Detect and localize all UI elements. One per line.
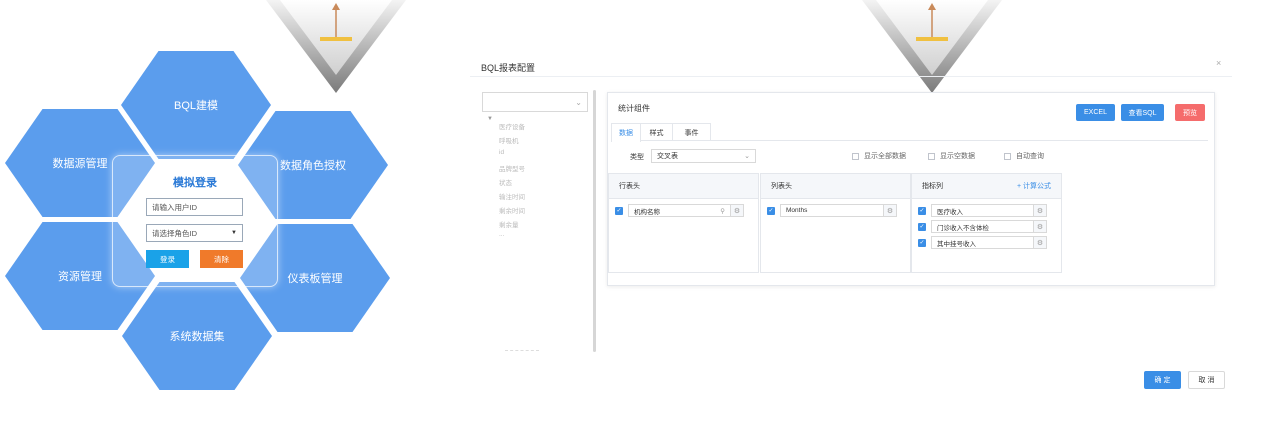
checkbox-label: 显示空数据 — [940, 153, 975, 160]
field-name: 医疗收入 — [937, 208, 963, 216]
preview-button[interactable]: 预览 — [1175, 104, 1205, 121]
role-id-select[interactable]: 请选择角色ID ▼ — [146, 224, 243, 242]
tree-item[interactable]: 剩余量 — [499, 219, 519, 229]
row-header-title: 行表头 — [609, 173, 758, 199]
gear-icon[interactable]: ⚙ — [1034, 236, 1047, 249]
tree-expand-caret-icon[interactable]: ▼ — [487, 116, 493, 122]
show-all-data-checkbox[interactable]: 显示全部数据 — [852, 151, 906, 161]
tree-item[interactable]: ... — [499, 231, 504, 238]
column-header-column: 列表头 ✓ Months ⚙ — [760, 173, 911, 273]
column-header-title: 列表头 — [761, 173, 910, 199]
field-name: 门诊收入不含体检 — [937, 224, 989, 232]
metric-field-input[interactable]: 其中挂号收入 — [931, 236, 1034, 249]
tree-item[interactable]: 状态 — [499, 177, 512, 187]
checkbox-label: 自动查询 — [1016, 153, 1044, 160]
field-checkbox[interactable]: ✓ — [918, 238, 926, 247]
field-checkbox[interactable]: ✓ — [918, 206, 926, 215]
tree-horizontal-scroll-hint — [505, 350, 539, 351]
auto-query-checkbox[interactable]: 自动查询 — [1004, 151, 1044, 161]
type-select-value: 交叉表 — [657, 153, 678, 160]
metric-field: ✓ 门诊收入不含体检 ⚙ — [918, 220, 1047, 233]
field-checkbox[interactable]: ✓ — [767, 206, 775, 215]
column-field-input[interactable]: Months — [780, 204, 884, 217]
search-icon[interactable]: ⚲ — [720, 207, 725, 215]
tree-item[interactable]: 医疗设备 — [499, 121, 525, 131]
field-name: 其中挂号收入 — [937, 240, 976, 248]
user-id-placeholder: 请输入用户ID — [152, 202, 197, 212]
dialog-header-divider — [470, 76, 1232, 77]
clear-button[interactable]: 清除 — [200, 250, 243, 268]
panel-title: 统计组件 — [618, 104, 650, 113]
show-empty-data-checkbox[interactable]: 显示空数据 — [928, 151, 975, 161]
dropdown-triangle-icon: ▼ — [231, 230, 237, 236]
column-header-label: 列表头 — [771, 183, 792, 190]
checkbox-box — [928, 152, 935, 160]
metrics-title: 指标列 + 计算公式 — [912, 173, 1061, 199]
gear-icon[interactable]: ⚙ — [1034, 204, 1047, 217]
excel-button[interactable]: EXCEL — [1076, 104, 1115, 121]
gear-icon[interactable]: ⚙ — [731, 204, 744, 217]
tree-item[interactable]: 呼吸机 — [499, 135, 519, 145]
row-header-column: 行表头 ✓ 机构名称 ⚲ ⚙ — [608, 173, 759, 273]
mock-login-panel: 模拟登录 请输入用户ID 请选择角色ID ▼ 登录 清除 — [112, 155, 278, 287]
tree-item[interactable]: 输注时间 — [499, 191, 525, 201]
metric-field-input[interactable]: 医疗收入 — [931, 204, 1034, 217]
stat-component-panel: 统计组件 EXCEL 查看SQL 预览 数据 样式 事件 类型 交叉表 ⌄ 显示… — [607, 92, 1215, 286]
hex-system-dataset[interactable]: 系统数据集 — [122, 282, 272, 390]
user-id-input[interactable]: 请输入用户ID — [146, 198, 243, 216]
tab-style[interactable]: 样式 — [641, 123, 673, 141]
column-header-field: ✓ Months ⚙ — [767, 204, 897, 217]
hex-bql-modeling[interactable]: BQL建模 — [121, 51, 271, 159]
tab-event[interactable]: 事件 — [673, 123, 711, 141]
hexagon-menu: BQL建模 数据源管理 数据角色授权 资源管理 仪表板管理 系统数据集 模拟登录… — [0, 0, 400, 424]
metric-field: ✓ 其中挂号收入 ⚙ — [918, 236, 1047, 249]
row-field-input[interactable]: 机构名称 ⚲ — [628, 204, 731, 217]
field-checkbox[interactable]: ✓ — [615, 206, 623, 215]
login-title: 模拟登录 — [173, 177, 217, 189]
tree-scrollbar[interactable] — [593, 90, 596, 352]
checkbox-label: 显示全部数据 — [864, 153, 906, 160]
field-name: Months — [786, 207, 808, 214]
row-header-label: 行表头 — [619, 183, 640, 190]
metrics-label: 指标列 — [922, 183, 943, 190]
tab-data[interactable]: 数据 — [611, 123, 641, 142]
funnel-arrow-right — [862, 0, 1002, 95]
datasource-tree-select[interactable]: ⌄ — [482, 92, 588, 112]
tree-item[interactable]: 品牌型号 — [499, 163, 525, 173]
checkbox-box — [1004, 152, 1011, 160]
role-id-placeholder: 请选择角色ID — [152, 228, 197, 238]
row-header-field: ✓ 机构名称 ⚲ ⚙ — [615, 204, 744, 217]
field-name: 机构名称 — [634, 208, 660, 216]
metric-field: ✓ 医疗收入 ⚙ — [918, 204, 1047, 217]
close-icon[interactable]: × — [1216, 58, 1221, 68]
type-label: 类型 — [630, 154, 644, 161]
tree-item[interactable]: 剩余时间 — [499, 205, 525, 215]
field-checkbox[interactable]: ✓ — [918, 222, 926, 231]
type-select[interactable]: 交叉表 ⌄ — [651, 149, 756, 163]
gear-icon[interactable]: ⚙ — [884, 204, 897, 217]
chevron-down-icon: ⌄ — [575, 97, 582, 107]
chevron-down-icon: ⌄ — [744, 153, 750, 160]
add-formula-link[interactable]: + 计算公式 — [1017, 181, 1051, 191]
login-button[interactable]: 登录 — [146, 250, 189, 268]
ok-button[interactable]: 确 定 — [1144, 371, 1181, 389]
cancel-button[interactable]: 取 消 — [1188, 371, 1225, 389]
view-sql-button[interactable]: 查看SQL — [1121, 104, 1164, 121]
metric-field-input[interactable]: 门诊收入不含体检 — [931, 220, 1034, 233]
checkbox-box — [852, 152, 859, 160]
tree-item[interactable]: id — [499, 149, 504, 156]
metrics-column: 指标列 + 计算公式 ✓ 医疗收入 ⚙ ✓ 门诊收入不含体检 ⚙ ✓ 其中挂号收… — [911, 173, 1062, 273]
dialog-title: BQL报表配置 — [481, 63, 536, 73]
gear-icon[interactable]: ⚙ — [1034, 220, 1047, 233]
